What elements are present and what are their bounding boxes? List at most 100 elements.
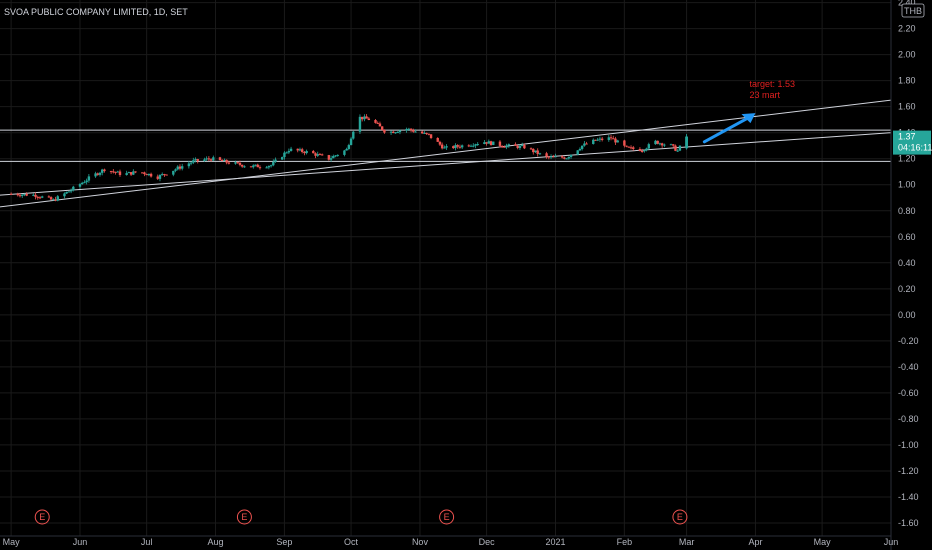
price-tick-label: 1.80 (898, 76, 916, 86)
candle-body (316, 154, 319, 156)
candle-body (147, 173, 151, 176)
earnings-marker-label: E (39, 512, 45, 522)
candle-body (647, 144, 651, 149)
price-tick-label: 1.00 (898, 180, 916, 190)
candle-body (47, 196, 51, 198)
candle-body (523, 145, 526, 149)
candle-body (632, 147, 635, 149)
time-tick-label: Jun (73, 537, 88, 547)
candle-body (67, 191, 71, 193)
candle-body (412, 130, 415, 132)
earnings-marker-label: E (677, 512, 683, 522)
candle-body (127, 172, 131, 174)
price-tick-label: 0.60 (898, 232, 916, 242)
candle-body (674, 145, 677, 151)
candle-body (143, 172, 146, 175)
candle-body (176, 166, 179, 170)
time-tick-label: Sep (276, 537, 292, 547)
candle-body (425, 132, 428, 134)
candle-body (96, 173, 99, 175)
candle-body (576, 150, 579, 155)
candle-body (600, 138, 604, 140)
candle-body (269, 165, 273, 167)
price-tick-label: 1.60 (898, 102, 916, 112)
candle-body (32, 194, 35, 196)
candle-body (149, 173, 153, 177)
candle-body (623, 140, 626, 146)
candle-body (596, 139, 599, 141)
candle-body (507, 144, 511, 146)
candle-body (118, 171, 122, 176)
candle-body (625, 145, 628, 147)
candle-body (607, 137, 611, 140)
candle-body (78, 184, 82, 187)
candle-body (94, 173, 97, 177)
candle-body (678, 145, 682, 151)
candle-body (594, 139, 597, 141)
currency-badge[interactable]: THB (901, 3, 925, 18)
price-tick-label: 0.40 (898, 258, 916, 268)
candle-body (234, 162, 237, 164)
annotation-target[interactable]: target: 1.53 (749, 79, 795, 89)
candle-body (243, 166, 246, 168)
candle-body (569, 154, 573, 158)
price-tick-label: 1.20 (898, 154, 916, 164)
candle-body (365, 116, 368, 119)
price-tick-label: 2.00 (898, 50, 916, 60)
price-tick-label: -0.60 (898, 388, 919, 398)
price-tick-label: 0.00 (898, 310, 916, 320)
candle-body (429, 134, 433, 139)
candle-body (518, 145, 522, 149)
candle-body (256, 164, 259, 168)
candle-body (300, 149, 304, 152)
candle (249, 166, 253, 168)
candle-body (161, 174, 164, 176)
candle-body (103, 169, 106, 172)
price-tick-label: -1.60 (898, 518, 919, 528)
candle-body (423, 132, 426, 134)
candle-body (296, 148, 299, 151)
candle-body (134, 171, 137, 173)
candle-body (274, 159, 277, 162)
time-tick-label: Jul (141, 537, 153, 547)
candle-body (352, 131, 355, 139)
candle-body (23, 193, 26, 195)
candle-body (443, 147, 446, 149)
candle-body (220, 159, 224, 162)
candle-body (320, 154, 324, 156)
annotation-date[interactable]: 23 mart (749, 90, 780, 100)
candle (218, 156, 222, 161)
candle-body (472, 145, 475, 147)
candle-body (498, 141, 502, 146)
time-tick-label: Dec (479, 537, 496, 547)
candle-body (529, 148, 533, 150)
candle-body (81, 182, 84, 185)
candle-body (218, 157, 222, 160)
candle-body (445, 146, 448, 148)
candle-body (460, 145, 464, 148)
candle-body (178, 166, 182, 169)
candle-body (440, 144, 444, 149)
time-tick-label: Aug (208, 537, 224, 547)
candle-body (503, 146, 506, 148)
candle-body (405, 128, 408, 131)
candle-body (116, 171, 119, 173)
chart-title: SVOA PUBLIC COMPANY LIMITED, 1D, SET (4, 7, 188, 17)
candle-body (545, 153, 548, 157)
price-axis[interactable]: 2.402.202.001.801.601.401.201.000.800.60… (898, 0, 919, 528)
price-chart[interactable]: SVOA PUBLIC COMPANY LIMITED, 1D, SET tar… (0, 0, 932, 550)
candle-body (240, 164, 244, 167)
candle-body (65, 191, 68, 194)
candle-body (258, 167, 262, 169)
candle-body (336, 154, 339, 156)
candle-body (616, 140, 619, 143)
candle-body (645, 148, 648, 151)
candle-body (285, 152, 288, 154)
candle-body (114, 171, 117, 173)
candle-body (643, 150, 646, 152)
candle-body (592, 139, 595, 144)
candle-body (392, 131, 395, 134)
candle-body (56, 196, 59, 201)
candle-body (180, 166, 184, 169)
candle-body (629, 147, 633, 149)
